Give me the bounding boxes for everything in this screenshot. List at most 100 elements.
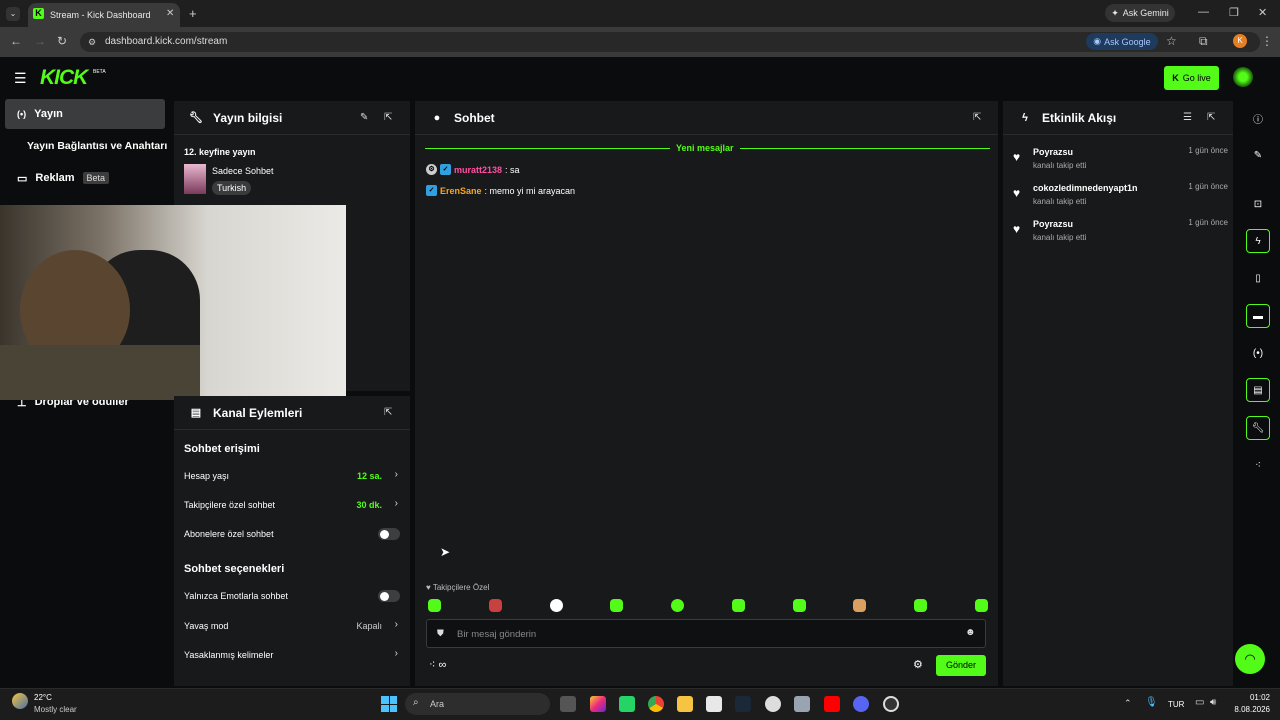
weather-icon — [12, 693, 28, 709]
microphone-icon[interactable]: 🎙︎ — [1145, 697, 1158, 708]
discord-icon[interactable] — [853, 696, 869, 712]
steam-icon[interactable] — [735, 696, 751, 712]
slow-mode-row[interactable]: Yavaş mod Kapalı › — [184, 616, 400, 636]
youtube-icon[interactable] — [824, 696, 840, 712]
chat-rail-icon[interactable]: ▬ — [1246, 304, 1270, 328]
extensions-icon[interactable]: ⧉ — [1199, 34, 1208, 49]
emote-icon[interactable] — [549, 599, 563, 612]
kick-logo[interactable]: KICK — [40, 66, 88, 90]
chat-username[interactable]: muratt2138 — [454, 165, 502, 175]
tab-close-icon[interactable]: ✕ — [166, 8, 174, 19]
pencil-icon[interactable]: ✎ — [1246, 143, 1270, 167]
capture-icon[interactable]: ⊡ — [1246, 192, 1270, 216]
browser-menu-icon[interactable]: ⋮ — [1261, 34, 1273, 48]
clock-time[interactable]: 01:02 — [1230, 693, 1270, 702]
tray-chevron-icon[interactable]: ⌃ — [1124, 698, 1132, 709]
emote-icon[interactable] — [853, 599, 867, 612]
emote-icon[interactable] — [914, 599, 928, 612]
support-headset-icon[interactable]: ◠ — [1235, 644, 1265, 674]
subscribers-only-toggle[interactable] — [378, 528, 400, 540]
clock-date[interactable]: 8.08.2026 — [1220, 705, 1270, 714]
sidebar-item-stream-key[interactable]: Yayın Bağlantısı ve Anahtarı — [5, 131, 175, 161]
points-rail-icon[interactable]: ⁖ — [1246, 453, 1270, 477]
windows-start-icon[interactable] — [381, 696, 397, 712]
activity-name[interactable]: cokozledimnedenyapt1n — [1033, 183, 1138, 193]
panel-title: Kanal Eylemleri — [213, 405, 303, 420]
emote-icon[interactable] — [792, 599, 806, 612]
chat-input[interactable]: ⛊ Bir mesaj gönderin ☻ — [426, 619, 986, 648]
go-live-button[interactable]: K Go live — [1164, 66, 1219, 90]
emote-icon[interactable] — [610, 599, 624, 612]
instagram-icon[interactable] — [590, 696, 606, 712]
heart-icon: ♥ — [1013, 222, 1021, 236]
volume-icon[interactable]: 🔊︎ — [1210, 697, 1216, 708]
whatsapp-icon[interactable] — [619, 696, 635, 712]
emote-icon[interactable] — [731, 599, 745, 612]
account-age-row[interactable]: Hesap yaşı 12 sa. › — [184, 466, 400, 486]
url-input[interactable]: dashboard.kick.com/stream — [80, 32, 1260, 52]
banned-words-row[interactable]: Yasaklanmış kelimeler › — [184, 645, 400, 665]
minimize-icon[interactable]: — — [1198, 6, 1209, 18]
shield-icon[interactable]: ⛊ — [437, 628, 444, 639]
info-icon[interactable]: ⓘ — [1246, 106, 1270, 130]
language-indicator[interactable]: TUR — [1168, 700, 1184, 709]
tab-search-chevron-icon[interactable]: ⌄ — [6, 7, 20, 21]
new-messages-label: Yeni mesajlar — [670, 143, 740, 153]
emote-icon[interactable] — [428, 599, 441, 612]
restore-icon[interactable]: ❐ — [1229, 6, 1239, 19]
weather-temp[interactable]: 22°C — [34, 693, 52, 702]
ask-gemini-button[interactable]: ✦ Ask Gemini — [1105, 4, 1175, 22]
channel-actions-header: ▤ Kanal Eylemleri — [174, 396, 410, 430]
sidebar-item-stream[interactable]: (•) Yayın — [5, 99, 165, 129]
file-explorer-icon[interactable] — [677, 696, 693, 712]
obs-icon[interactable] — [883, 696, 899, 712]
followers-only-row[interactable]: Takipçilere özel sohbet 30 dk. › — [184, 495, 400, 515]
network-icon[interactable]: ▭ — [1195, 697, 1204, 708]
document-icon[interactable]: ▯ — [1246, 266, 1270, 290]
activity-name[interactable]: Poyrazsu — [1033, 219, 1073, 229]
channel-points[interactable]: ⁖ ∞ — [429, 658, 446, 671]
lightning-rail-icon[interactable]: ϟ — [1246, 229, 1270, 253]
chat-settings-icon[interactable]: ⚙ — [913, 658, 923, 671]
forward-icon[interactable]: → — [34, 34, 46, 48]
profile-avatar[interactable]: K — [1233, 34, 1247, 48]
chrome-icon[interactable] — [648, 696, 664, 712]
sidebar-item-ads[interactable]: ▭ Reklam Beta — [5, 163, 165, 193]
stream-info-header: 🔧︎ Yayın bilgisi — [174, 101, 410, 135]
filter-icon[interactable]: ☰ — [1183, 112, 1192, 123]
new-tab-button[interactable]: + — [189, 6, 197, 21]
hamburger-menu-icon[interactable]: ☰ — [14, 70, 27, 87]
browser-tab[interactable]: Stream - Kick Dashboard — [28, 3, 180, 27]
wrench-rail-icon[interactable]: 🔧︎ — [1246, 416, 1270, 440]
emoji-icon[interactable]: ☻ — [965, 627, 976, 638]
chat-username[interactable]: ErenSane — [440, 186, 482, 196]
heart-icon: ♥ — [426, 583, 433, 592]
edit-pencil-icon[interactable]: ✎ — [360, 112, 368, 123]
emote-icon[interactable] — [974, 599, 988, 612]
popout-icon[interactable]: ⇱ — [384, 112, 392, 123]
popout-icon[interactable]: ⇱ — [1207, 112, 1215, 123]
window-close-icon[interactable]: ✕ — [1258, 6, 1267, 19]
taskbar-search[interactable]: ⌕ Ara — [405, 693, 550, 715]
camera-icon[interactable] — [794, 696, 810, 712]
store-icon[interactable] — [706, 696, 722, 712]
popout-icon[interactable]: ⇱ — [973, 112, 981, 123]
broadcast-rail-icon[interactable]: (•) — [1246, 341, 1270, 365]
activity-name[interactable]: Poyrazsu — [1033, 147, 1073, 157]
reload-icon[interactable]: ↻ — [57, 34, 67, 48]
emote-section-title: Takipçilere Özel — [432, 583, 490, 592]
emote-icon[interactable] — [488, 599, 502, 612]
ask-google-button[interactable]: ◉ Ask Google — [1086, 33, 1158, 50]
channel-rail-icon[interactable]: ▤ — [1246, 378, 1270, 402]
task-view-icon[interactable] — [560, 696, 576, 712]
bookmark-star-icon[interactable]: ☆ — [1166, 34, 1177, 48]
subscribers-only-row: Abonelere özel sohbet — [184, 524, 400, 544]
back-icon[interactable]: ← — [10, 34, 22, 48]
emotes-only-toggle[interactable] — [378, 590, 400, 602]
send-button[interactable]: Gönder — [936, 655, 986, 676]
emote-icon[interactable] — [671, 599, 685, 612]
user-avatar[interactable] — [1233, 67, 1253, 87]
site-info-icon[interactable]: ⚙ — [88, 37, 96, 48]
chatgpt-icon[interactable] — [765, 696, 781, 712]
popout-icon[interactable]: ⇱ — [384, 407, 392, 418]
